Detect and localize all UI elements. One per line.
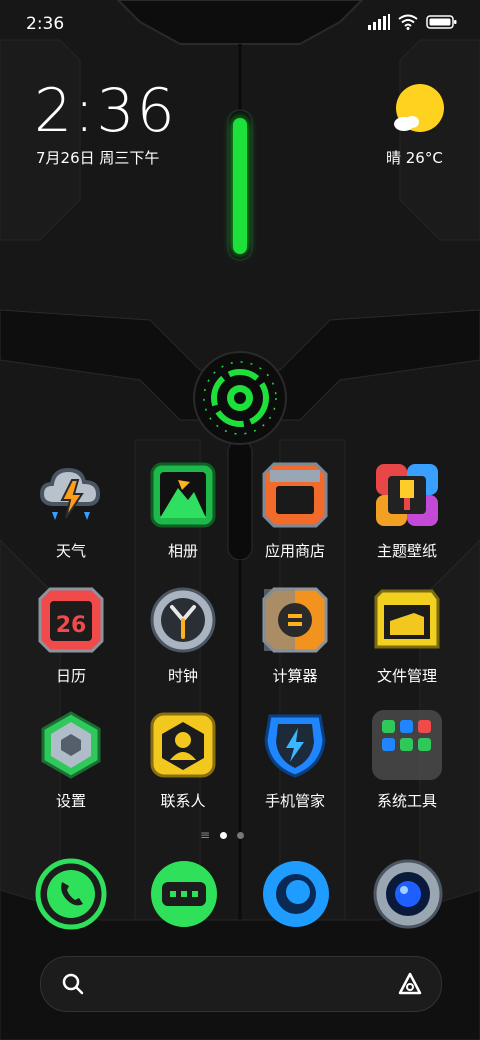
wifi-icon [398,14,418,30]
app-file-manager[interactable]: 文件管理 [352,585,462,686]
clock-widget-date: 7月26日 周三下午 [36,149,160,167]
app-system-tools-folder[interactable]: 系统工具 [352,710,462,811]
phone-icon[interactable] [35,858,107,930]
center-ring-emblem [193,351,287,445]
app-app-store[interactable]: 应用商店 [240,460,350,561]
menu-lines-icon: ≡ [200,828,211,842]
app-label: 时钟 [167,667,198,685]
app-label: 主题壁纸 [376,542,437,560]
app-store-icon [262,462,328,528]
calendar-badge: 26 [56,613,87,638]
app-label: 相册 [167,542,198,560]
app-contacts[interactable]: 联系人 [128,710,238,811]
page-indicator[interactable]: ≡ [200,828,245,842]
page-dot [237,831,245,839]
calendar-icon: 26 [38,587,104,653]
app-label: 文件管理 [376,667,437,685]
weather-widget-text: 晴 26°C [386,149,443,167]
app-label: 计算器 [272,667,318,685]
app-label: 天气 [55,542,86,560]
weather-icon [39,467,101,520]
search-bar[interactable] [40,956,442,1012]
assistant-icon[interactable] [397,971,423,997]
app-label: 日历 [55,667,86,685]
messages-icon[interactable] [148,858,220,930]
status-time: 2:36 [26,14,65,34]
battery-icon [426,15,457,29]
green-light-bar [233,118,247,254]
system-tools-folder-icon [372,710,442,780]
browser-icon[interactable] [260,858,332,930]
sunny-cloud-icon[interactable] [392,84,444,136]
clock-widget-time[interactable]: 2:36 [34,76,177,146]
app-calendar[interactable]: 26 日历 [16,585,126,686]
app-label: 系统工具 [376,792,437,810]
clock-icon [150,587,216,653]
app-clock[interactable]: 时钟 [128,585,238,686]
app-gallery[interactable]: 相册 [128,460,238,561]
page-dot-active [220,831,228,839]
camera-icon[interactable] [372,858,444,930]
themes-icon [376,464,438,526]
contacts-icon [150,712,216,778]
signal-icon [368,14,390,30]
app-calculator[interactable]: 计算器 [240,585,350,686]
app-label: 手机管家 [264,792,325,810]
status-bar: 2:36 [0,0,480,50]
search-icon [62,973,84,995]
security-icon [264,714,326,778]
gallery-icon [150,462,216,528]
app-themes[interactable]: 主题壁纸 [352,460,462,561]
file-manager-icon [374,589,440,649]
app-weather[interactable]: 天气 [16,460,126,561]
app-label: 设置 [55,792,86,810]
app-label: 应用商店 [264,542,325,560]
app-label: 联系人 [160,792,206,810]
app-security[interactable]: 手机管家 [240,710,350,811]
app-settings[interactable]: 设置 [16,710,126,811]
calculator-icon [262,587,328,653]
settings-icon [41,711,101,779]
